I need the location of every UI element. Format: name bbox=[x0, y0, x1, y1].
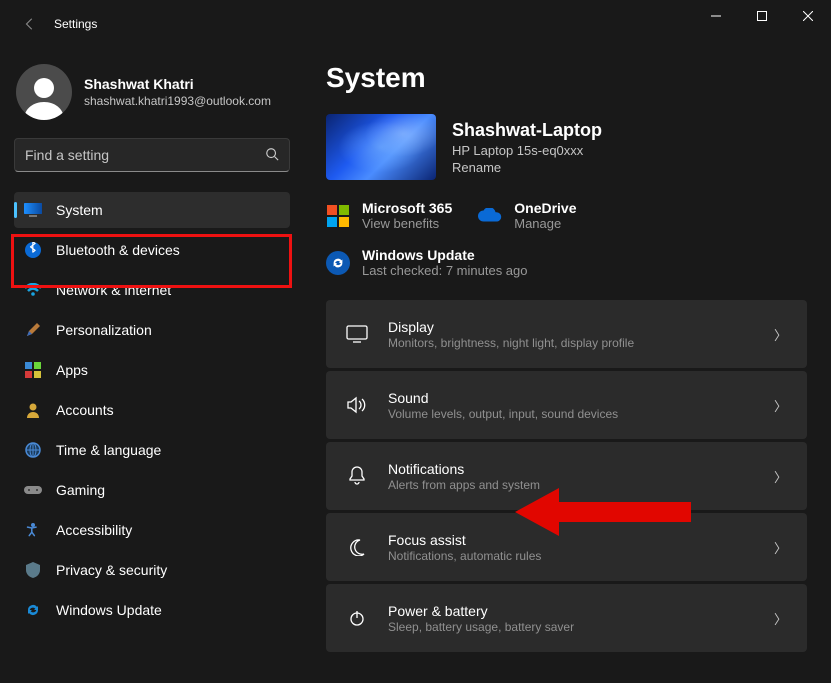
main-panel: System Shashwat-Laptop HP Laptop 15s-eq0… bbox=[300, 48, 831, 683]
search-icon bbox=[265, 147, 279, 164]
nav-list: System Bluetooth & devices Network & int… bbox=[14, 192, 290, 628]
sidebar-item-privacy[interactable]: Privacy & security bbox=[14, 552, 290, 588]
windows-update-link[interactable]: Windows Update Last checked: 7 minutes a… bbox=[326, 247, 807, 278]
profile-name: Shashwat Khatri bbox=[84, 76, 271, 92]
search-placeholder: Find a setting bbox=[25, 147, 265, 163]
setting-power-battery[interactable]: Power & battery Sleep, battery usage, ba… bbox=[326, 584, 807, 652]
setting-sound[interactable]: Sound Volume levels, output, input, soun… bbox=[326, 371, 807, 439]
maximize-button[interactable] bbox=[739, 0, 785, 32]
page-title: System bbox=[326, 62, 807, 94]
chevron-right-icon: 〉 bbox=[774, 325, 787, 344]
sidebar-item-label: Personalization bbox=[56, 322, 152, 338]
globe-clock-icon bbox=[24, 441, 42, 459]
sidebar-item-label: Bluetooth & devices bbox=[56, 242, 180, 258]
sidebar: Shashwat Khatri shashwat.khatri1993@outl… bbox=[0, 48, 300, 683]
link-ms365[interactable]: Microsoft 365 View benefits bbox=[326, 200, 452, 231]
profile-block[interactable]: Shashwat Khatri shashwat.khatri1993@outl… bbox=[14, 58, 290, 134]
link-title: Microsoft 365 bbox=[362, 200, 452, 216]
setting-sub: Notifications, automatic rules bbox=[388, 549, 754, 563]
sidebar-item-apps[interactable]: Apps bbox=[14, 352, 290, 388]
back-button[interactable] bbox=[12, 6, 48, 42]
monitor-icon bbox=[24, 201, 42, 219]
sidebar-item-label: Time & language bbox=[56, 442, 161, 458]
sidebar-item-label: Windows Update bbox=[56, 602, 162, 618]
link-sub: View benefits bbox=[362, 216, 452, 231]
setting-sub: Monitors, brightness, night light, displ… bbox=[388, 336, 754, 350]
update-title: Windows Update bbox=[362, 247, 528, 263]
titlebar: Settings bbox=[0, 0, 831, 48]
avatar bbox=[16, 64, 72, 120]
sidebar-item-windows-update[interactable]: Windows Update bbox=[14, 592, 290, 628]
window-controls bbox=[693, 0, 831, 32]
moon-icon bbox=[346, 536, 368, 558]
link-title: OneDrive bbox=[514, 200, 576, 216]
setting-title: Focus assist bbox=[388, 532, 754, 548]
sidebar-item-label: Apps bbox=[56, 362, 88, 378]
link-onedrive[interactable]: OneDrive Manage bbox=[478, 200, 576, 231]
update-sub: Last checked: 7 minutes ago bbox=[362, 263, 528, 278]
sidebar-item-label: Gaming bbox=[56, 482, 105, 498]
sync-icon bbox=[326, 251, 350, 275]
bell-icon bbox=[346, 465, 368, 487]
display-icon bbox=[346, 323, 368, 345]
setting-title: Power & battery bbox=[388, 603, 754, 619]
device-name: Shashwat-Laptop bbox=[452, 120, 602, 141]
device-model: HP Laptop 15s-eq0xxx bbox=[452, 143, 602, 158]
sidebar-item-label: Privacy & security bbox=[56, 562, 167, 578]
sidebar-item-network[interactable]: Network & internet bbox=[14, 272, 290, 308]
accessibility-icon bbox=[24, 521, 42, 539]
apps-icon bbox=[24, 361, 42, 379]
sound-icon bbox=[346, 394, 368, 416]
device-rename-link[interactable]: Rename bbox=[452, 160, 602, 175]
search-input[interactable]: Find a setting bbox=[14, 138, 290, 172]
sidebar-item-time-language[interactable]: Time & language bbox=[14, 432, 290, 468]
setting-focus-assist[interactable]: Focus assist Notifications, automatic ru… bbox=[326, 513, 807, 581]
onedrive-icon bbox=[478, 204, 502, 228]
sidebar-item-personalization[interactable]: Personalization bbox=[14, 312, 290, 348]
device-wallpaper bbox=[326, 114, 436, 180]
setting-title: Display bbox=[388, 319, 754, 335]
gamepad-icon bbox=[24, 481, 42, 499]
minimize-button[interactable] bbox=[693, 0, 739, 32]
link-sub: Manage bbox=[514, 216, 576, 231]
sidebar-item-accounts[interactable]: Accounts bbox=[14, 392, 290, 428]
sidebar-item-label: Accessibility bbox=[56, 522, 132, 538]
profile-email: shashwat.khatri1993@outlook.com bbox=[84, 94, 271, 108]
sidebar-item-label: Network & internet bbox=[56, 282, 171, 298]
sidebar-item-system[interactable]: System bbox=[14, 192, 290, 228]
setting-sub: Alerts from apps and system bbox=[388, 478, 754, 492]
chevron-right-icon: 〉 bbox=[774, 538, 787, 557]
power-icon bbox=[346, 607, 368, 629]
brush-icon bbox=[24, 321, 42, 339]
wifi-icon bbox=[24, 281, 42, 299]
sidebar-item-gaming[interactable]: Gaming bbox=[14, 472, 290, 508]
setting-display[interactable]: Display Monitors, brightness, night ligh… bbox=[326, 300, 807, 368]
setting-title: Sound bbox=[388, 390, 754, 406]
chevron-right-icon: 〉 bbox=[774, 396, 787, 415]
setting-notifications[interactable]: Notifications Alerts from apps and syste… bbox=[326, 442, 807, 510]
setting-title: Notifications bbox=[388, 461, 754, 477]
bluetooth-icon bbox=[24, 241, 42, 259]
setting-sub: Volume levels, output, input, sound devi… bbox=[388, 407, 754, 421]
settings-list: Display Monitors, brightness, night ligh… bbox=[326, 300, 807, 652]
sidebar-item-accessibility[interactable]: Accessibility bbox=[14, 512, 290, 548]
sidebar-item-bluetooth[interactable]: Bluetooth & devices bbox=[14, 232, 290, 268]
chevron-right-icon: 〉 bbox=[774, 467, 787, 486]
app-title: Settings bbox=[54, 17, 97, 31]
shield-icon bbox=[24, 561, 42, 579]
chevron-right-icon: 〉 bbox=[774, 609, 787, 628]
close-button[interactable] bbox=[785, 0, 831, 32]
sync-icon bbox=[24, 601, 42, 619]
sidebar-item-label: System bbox=[56, 202, 103, 218]
ms365-icon bbox=[326, 204, 350, 228]
sidebar-item-label: Accounts bbox=[56, 402, 114, 418]
person-icon bbox=[24, 401, 42, 419]
device-row: Shashwat-Laptop HP Laptop 15s-eq0xxx Ren… bbox=[326, 114, 807, 180]
setting-sub: Sleep, battery usage, battery saver bbox=[388, 620, 754, 634]
